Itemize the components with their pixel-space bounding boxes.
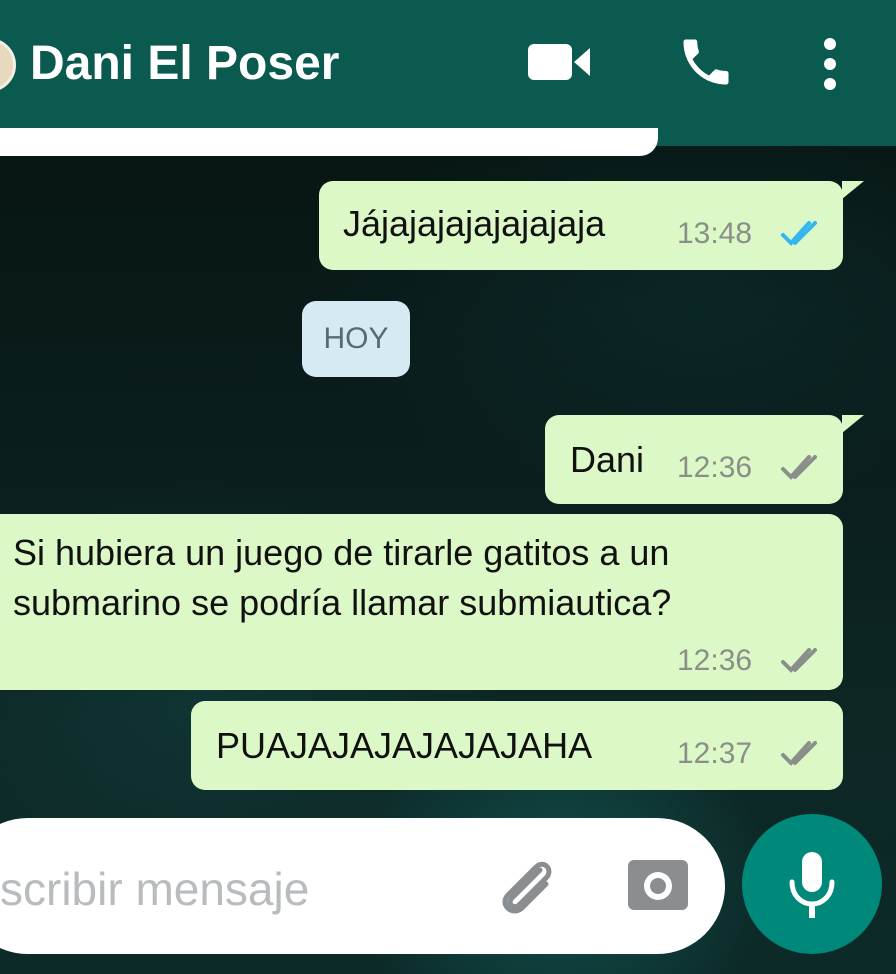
video-call-icon[interactable] (526, 40, 592, 84)
message-time: 12:37 (677, 737, 753, 770)
delivered-ticks-icon (781, 648, 817, 673)
message-time: 12:36 (677, 644, 753, 677)
contact-avatar[interactable] (0, 38, 16, 92)
message-input-placeholder[interactable]: scribir mensaje (0, 862, 309, 916)
chat-header: Dani El Poser (0, 0, 896, 146)
contact-name[interactable]: Dani El Poser (30, 36, 339, 91)
delivered-ticks-icon (781, 455, 817, 480)
bubble-tail (842, 181, 864, 199)
message-bubble[interactable]: Si hubiera un juego de tirarle gatitos a… (0, 514, 843, 690)
message-bubble-outgoing[interactable]: Jájajajajajajajaja 13:48 (319, 181, 843, 270)
message-text: Dani (570, 439, 645, 480)
message-text: Jájajajajajajajaja (343, 203, 606, 244)
bubble-tail (842, 415, 864, 433)
microphone-button[interactable] (742, 814, 882, 954)
paperclip-icon[interactable] (494, 856, 560, 918)
message-text-line-1: Si hubiera un juego de tirarle gatitos a… (13, 532, 670, 573)
read-ticks-icon (781, 221, 817, 246)
previous-message-bubble (0, 128, 658, 156)
phone-icon[interactable] (676, 32, 736, 92)
camera-icon[interactable] (626, 856, 690, 912)
message-text-line-2: submarino se podría llamar submiautica? (13, 582, 672, 623)
message-time: 13:48 (677, 217, 753, 250)
day-separator-chip: HOY (302, 301, 410, 377)
message-text: PUAJAJAJAJAJAJAHA (216, 725, 593, 766)
more-vertical-icon[interactable] (812, 36, 848, 92)
message-time: 12:36 (677, 451, 753, 484)
microphone-icon (789, 852, 835, 918)
message-bubble-outgoing[interactable]: Dani 12:36 (545, 415, 843, 504)
delivered-ticks-icon (781, 741, 817, 766)
message-bubble-outgoing[interactable]: PUAJAJAJAJAJAJAHA 12:37 (191, 701, 843, 790)
